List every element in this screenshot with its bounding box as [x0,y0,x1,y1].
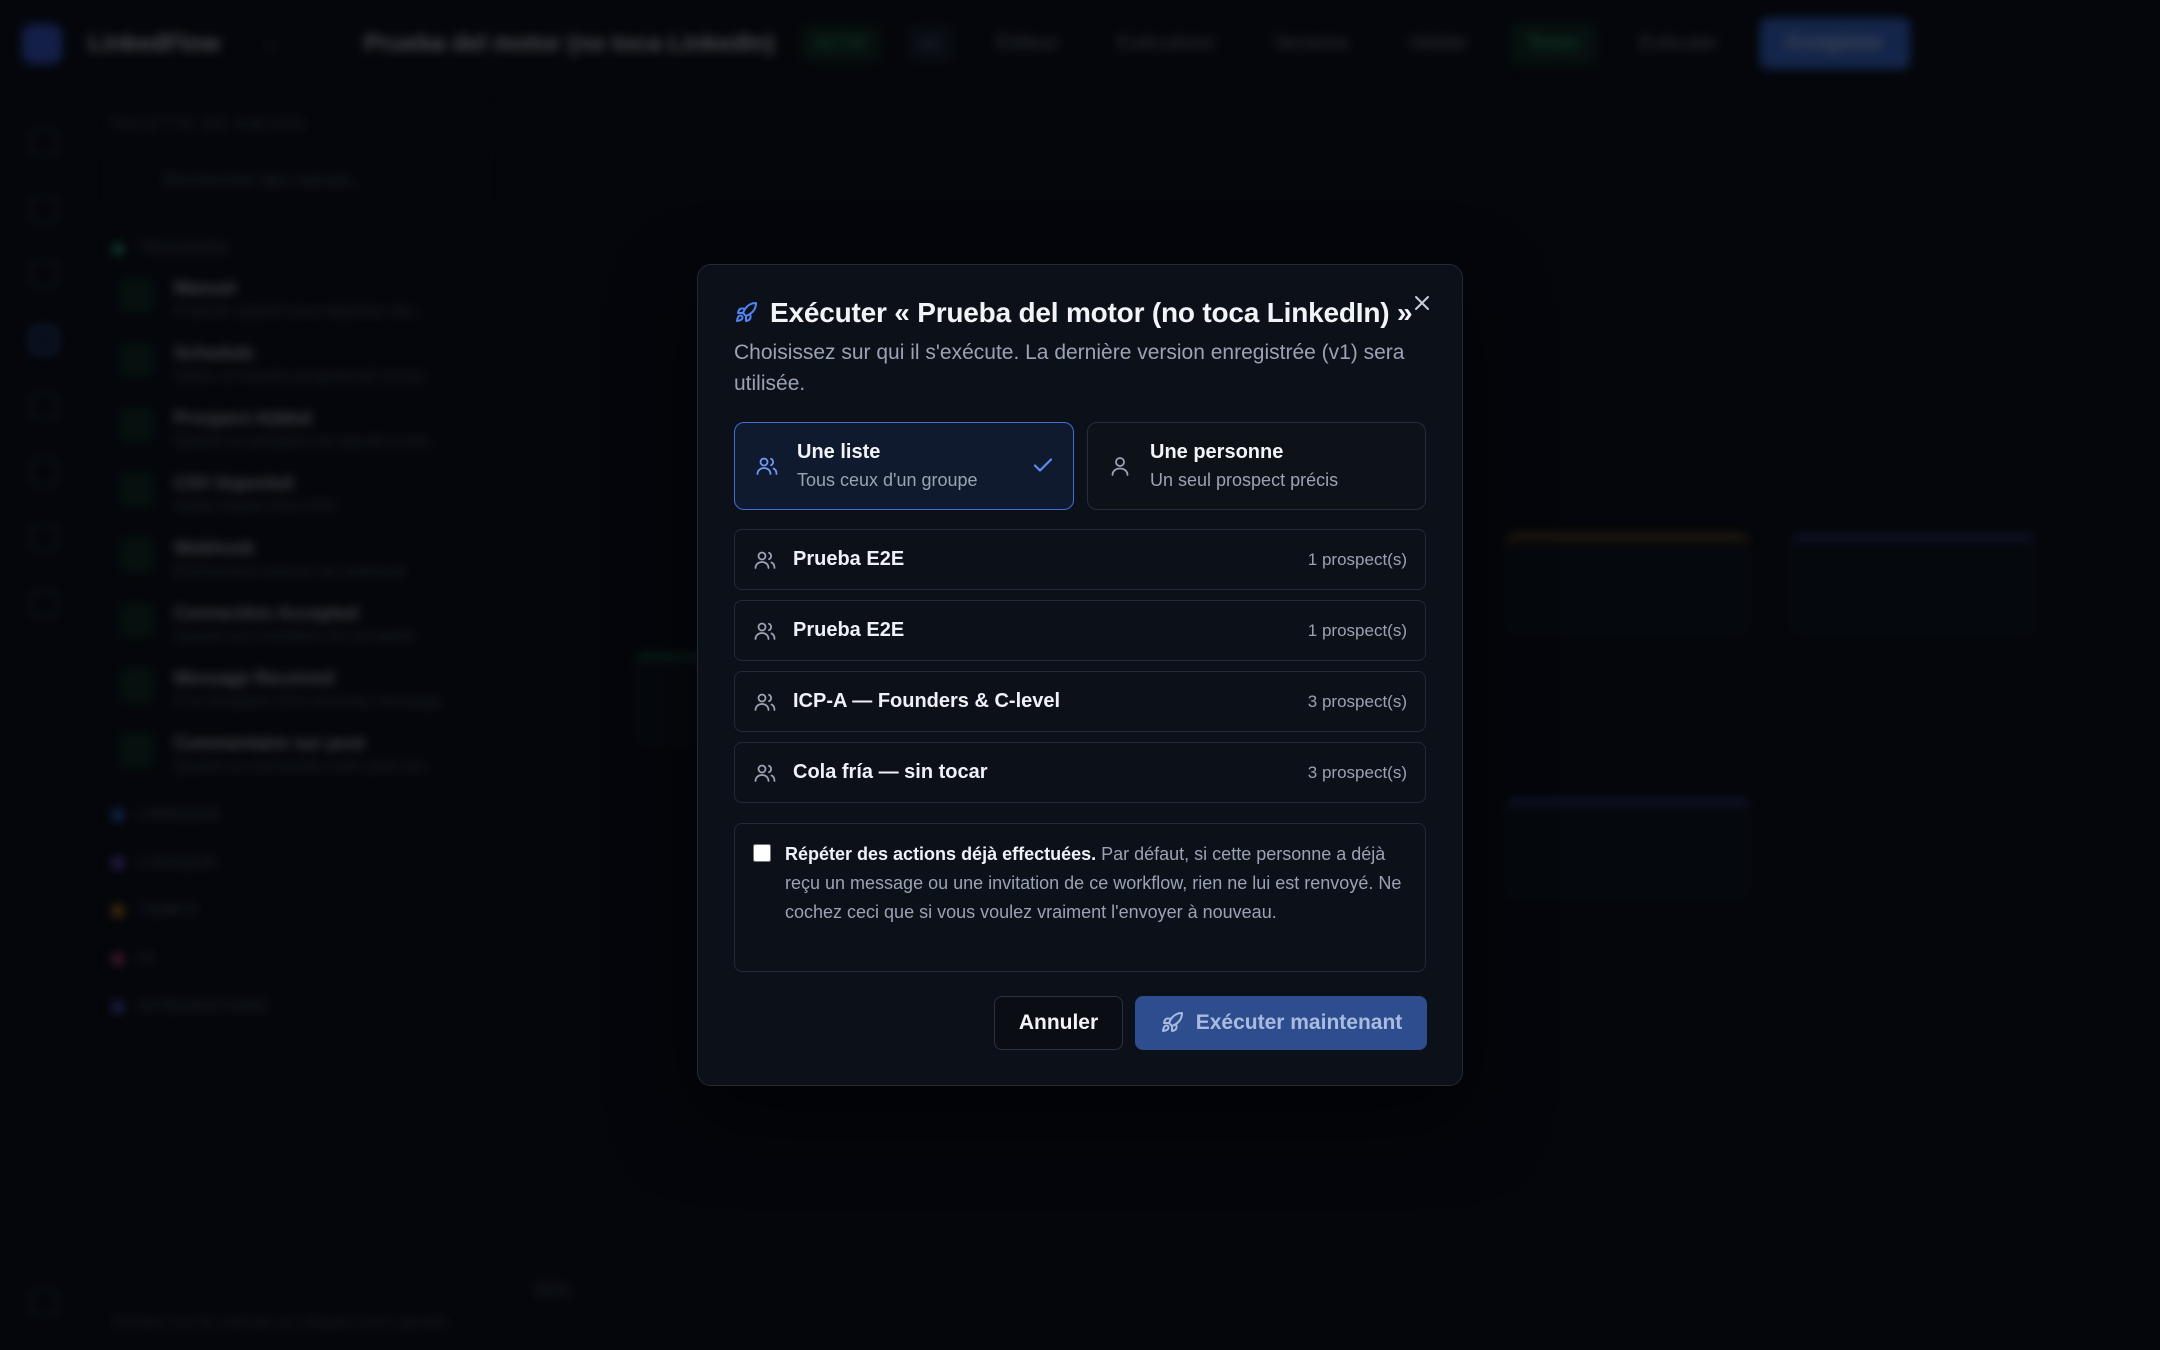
list-count: 1 prospect(s) [1307,620,1407,640]
rocket-icon [736,301,757,322]
list-count: 1 prospect(s) [1307,549,1407,569]
option-person[interactable]: Une personne Un seul prospect précis [1087,422,1426,510]
option-list[interactable]: Une liste Tous ceux d'un groupe [734,422,1074,510]
list-name: Prueba E2E [793,619,905,641]
users-icon [754,764,776,782]
option-desc: Tous ceux d'un groupe [797,470,978,490]
users-icon [754,551,776,569]
dialog-header: Exécuter « Prueba del motor (no toca Lin… [734,297,1413,329]
dialog-subtitle: Choisissez sur qui il s'exécute. La dern… [734,341,1405,395]
option-title: Une personne [1150,441,1284,463]
repeat-actions-label: Répéter des actions déjà effectuées. [785,844,1097,864]
run-now-button[interactable]: Exécuter maintenant [1135,996,1427,1050]
run-workflow-dialog: Exécuter « Prueba del motor (no toca Lin… [697,264,1463,1086]
option-desc: Un seul prospect précis [1150,470,1339,490]
close-icon [1415,296,1429,310]
list-name: Cola fría — sin tocar [793,761,988,783]
list-name: ICP-A — Founders & C-level [793,690,1061,712]
list-count: 3 prospect(s) [1307,691,1407,711]
repeat-actions-text: Répéter des actions déjà effectuées. Par… [785,840,1407,927]
users-icon [754,622,776,640]
option-title: Une liste [797,441,881,463]
run-now-label: Exécuter maintenant [1195,1011,1403,1034]
users-icon [756,457,778,475]
check-icon [1033,458,1053,472]
list-item[interactable]: ICP-A — Founders & C-level 3 prospect(s) [734,671,1426,732]
list-count: 3 prospect(s) [1307,762,1407,782]
user-icon [1111,457,1129,476]
list-item[interactable]: Prueba E2E 1 prospect(s) [734,600,1426,661]
list-name: Prueba E2E [793,548,905,570]
repeat-actions-option: Répéter des actions déjà effectuées. Par… [734,823,1426,972]
list-item[interactable]: Cola fría — sin tocar 3 prospect(s) [734,742,1426,803]
users-icon [754,693,776,711]
cancel-button[interactable]: Annuler [994,996,1123,1050]
repeat-actions-checkbox[interactable] [753,844,771,862]
rocket-icon [1161,1011,1183,1032]
dialog-title: Exécuter « Prueba del motor (no toca Lin… [770,297,1413,328]
list-item[interactable]: Prueba E2E 1 prospect(s) [734,529,1426,590]
